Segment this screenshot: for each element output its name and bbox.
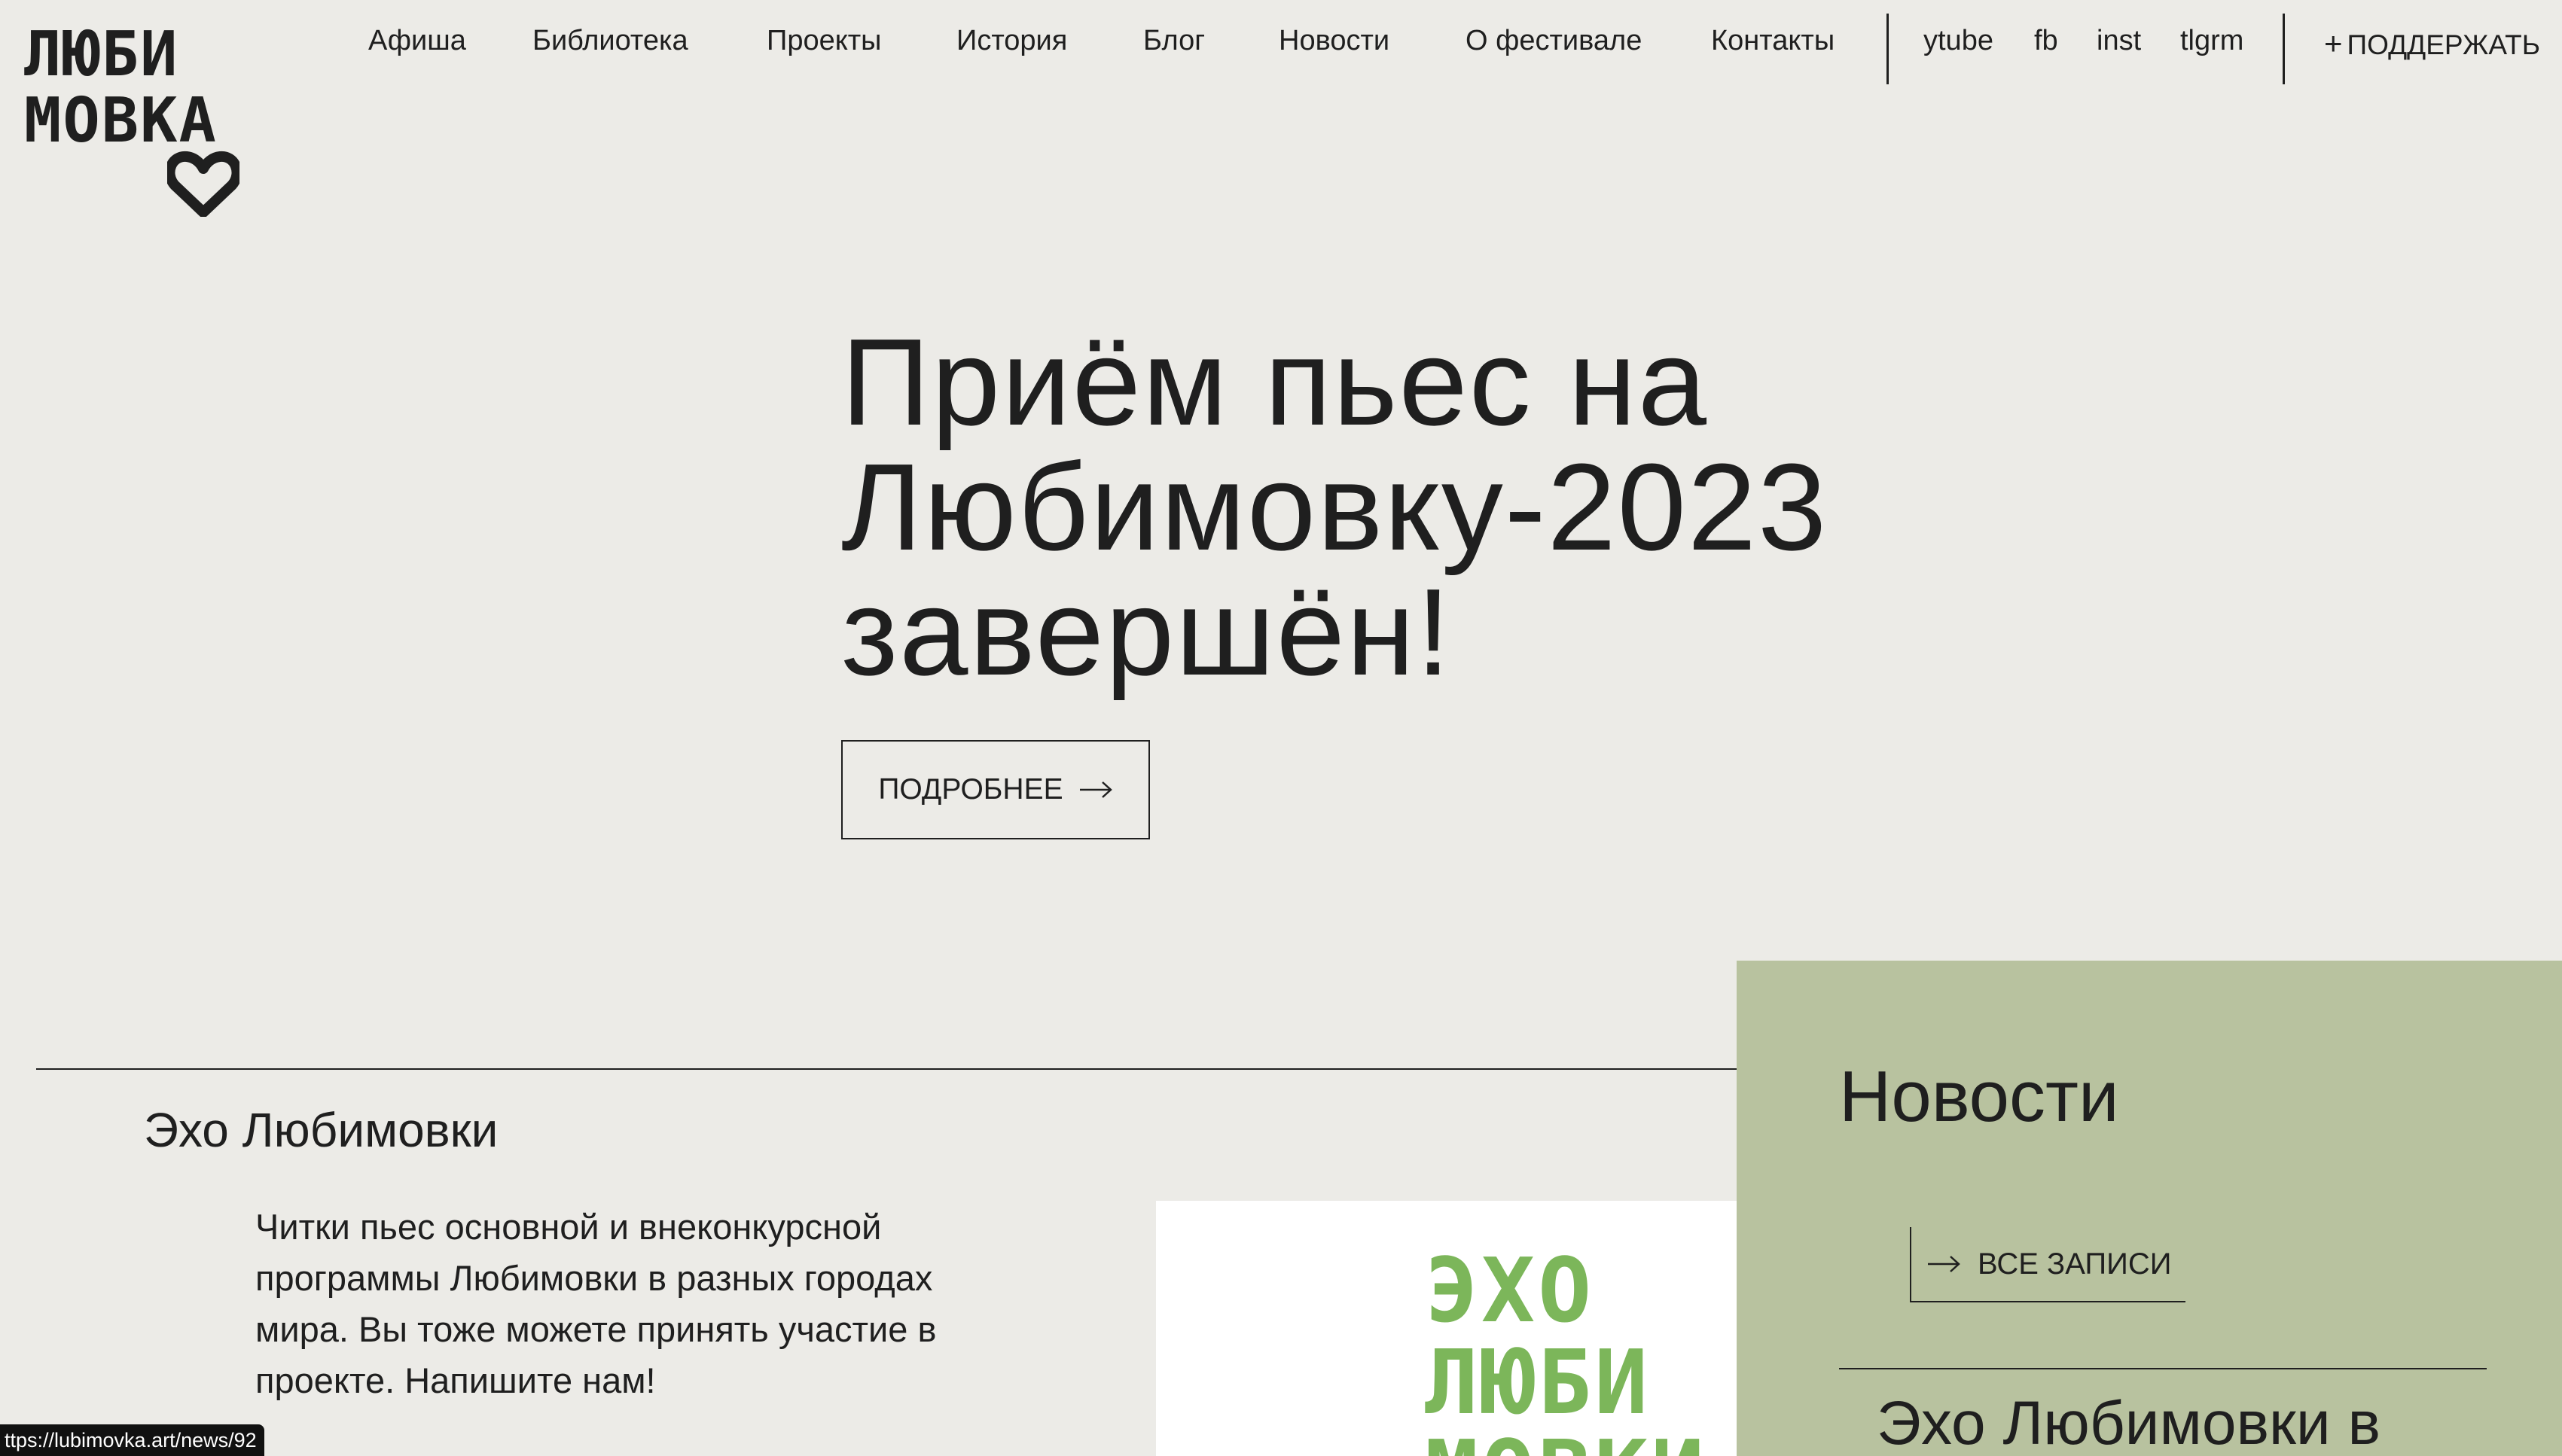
section-divider	[36, 1068, 1737, 1070]
plus-icon: +	[2324, 26, 2343, 61]
news-panel: Новости ВСЕ ЗАПИСИ Эхо Любимовки в	[1737, 961, 2562, 1456]
status-url-tooltip: ttps://lubimovka.art/news/92	[0, 1424, 264, 1456]
all-news-label: ВСЕ ЗАПИСИ	[1978, 1247, 2172, 1281]
echo-section-title: Эхо Любимовки	[144, 1103, 499, 1157]
nav-item-afisha[interactable]: Афиша	[368, 25, 466, 57]
nav-item-projects[interactable]: Проекты	[767, 25, 881, 57]
hero-title: Приём пьес на Любимовку-2023 завершён!	[841, 313, 1828, 701]
arrow-right-icon	[1928, 1256, 1960, 1272]
heart-icon	[167, 151, 239, 217]
nav-divider	[1886, 14, 1889, 84]
main-nav: Афиша Библиотека Проекты История Блог Но…	[0, 0, 2562, 90]
social-youtube-link[interactable]: ytube	[1923, 25, 1993, 57]
support-label: ПОДДЕРЖАТЬ	[2347, 29, 2540, 60]
echo-description: Читки пьес основной и внеконкурсной прог…	[255, 1207, 937, 1400]
nav-item-news[interactable]: Новости	[1279, 25, 1389, 57]
news-item-title[interactable]: Эхо Любимовки в	[1877, 1389, 2381, 1456]
echo-logo-line-3: МОВКИ	[1425, 1428, 1707, 1456]
nav-item-library[interactable]: Библиотека	[532, 25, 688, 57]
echo-logo-image[interactable]: ЭХО ЛЮБИ МОВКИ	[1156, 1201, 1737, 1456]
news-divider	[1839, 1368, 2487, 1369]
social-telegram-link[interactable]: tlgrm	[2180, 25, 2243, 57]
all-news-button[interactable]: ВСЕ ЗАПИСИ	[1910, 1227, 2185, 1302]
news-panel-title: Новости	[1839, 1056, 2119, 1137]
support-button[interactable]: + ПОДДЕРЖАТЬ	[2324, 26, 2540, 62]
echo-logo-line-2: ЛЮБИ	[1425, 1330, 1652, 1434]
nav-item-contacts[interactable]: Контакты	[1711, 25, 1835, 57]
nav-item-about[interactable]: О фестивале	[1466, 25, 1642, 57]
arrow-right-icon	[1079, 781, 1112, 798]
more-button-label: ПОДРОБНЕЕ	[878, 773, 1063, 806]
echo-logo-line-1: ЭХО	[1425, 1238, 1595, 1342]
nav-item-history[interactable]: История	[956, 25, 1067, 57]
nav-item-blog[interactable]: Блог	[1143, 25, 1205, 57]
social-facebook-link[interactable]: fb	[2034, 25, 2058, 57]
nav-divider	[2283, 14, 2285, 84]
more-button[interactable]: ПОДРОБНЕЕ	[841, 740, 1150, 839]
social-instagram-link[interactable]: inst	[2097, 25, 2141, 57]
logo-line-2: МОВКА	[24, 85, 218, 157]
